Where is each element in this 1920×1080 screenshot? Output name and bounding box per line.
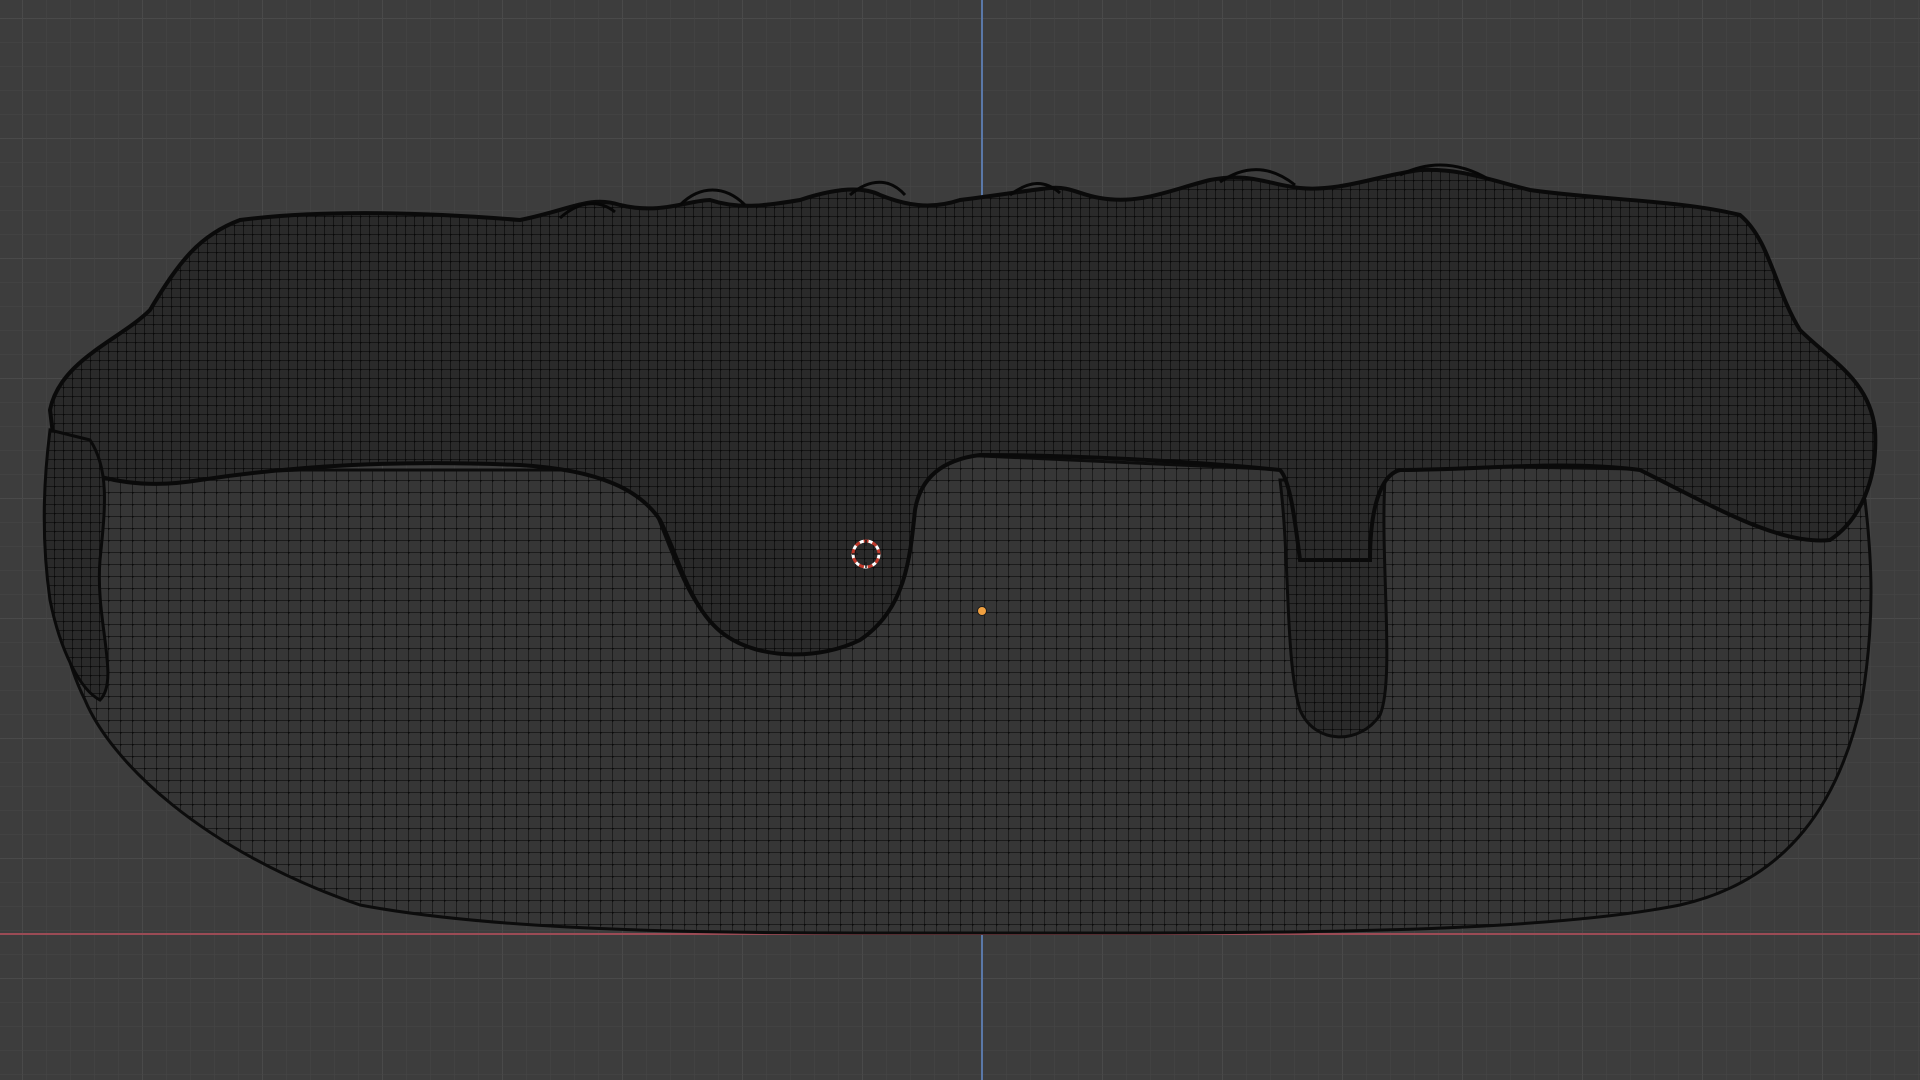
3d-viewport[interactable] <box>0 0 1920 1080</box>
3d-cursor-icon[interactable] <box>850 538 882 570</box>
mesh-object[interactable] <box>0 0 1920 1080</box>
mesh-lower-body <box>53 453 1873 935</box>
object-origin-icon <box>978 607 986 615</box>
mesh-side-bulge-left <box>42 428 110 702</box>
